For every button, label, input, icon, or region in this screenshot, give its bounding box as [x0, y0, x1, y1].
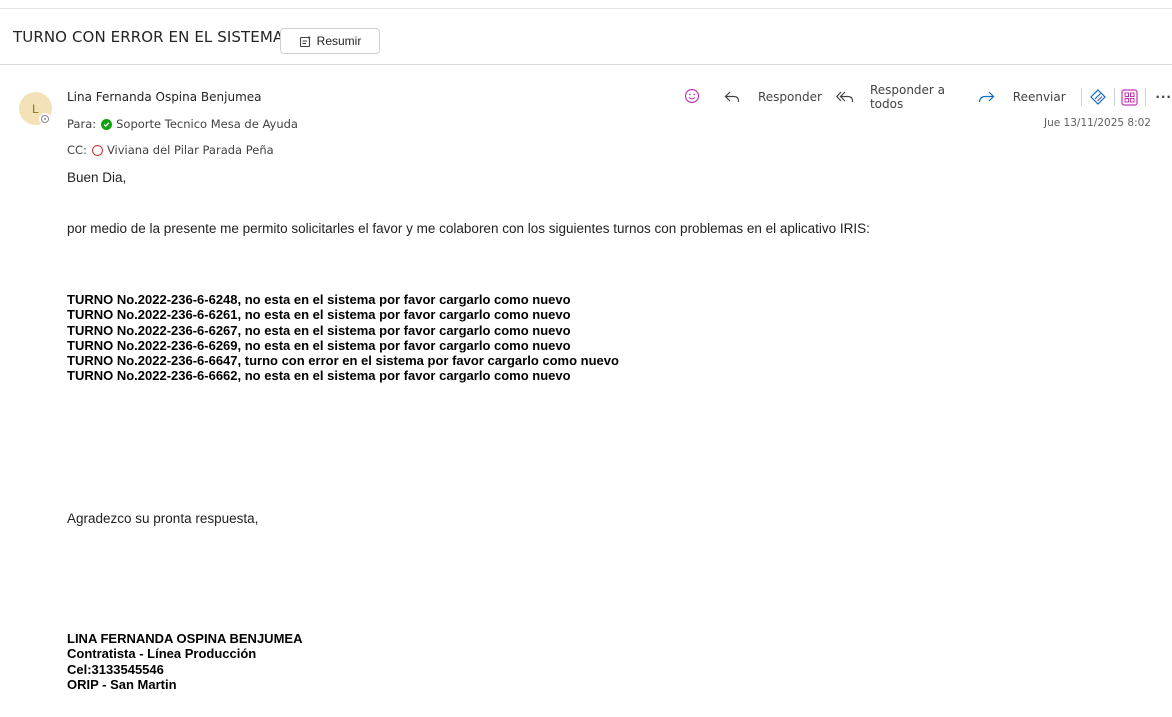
summarize-button[interactable]: Resumir: [280, 28, 380, 54]
message-header: TURNO CON ERROR EN EL SISTEMA Resumir: [0, 14, 1172, 65]
summarize-label: Resumir: [316, 34, 362, 48]
more-icon[interactable]: ···: [1155, 90, 1172, 104]
turnos-list: TURNO No.2022-236-6-6248, no esta en el …: [67, 292, 619, 384]
available-presence-icon: [101, 118, 113, 130]
turno-line: TURNO No.2022-236-6-6261, no esta en el …: [67, 307, 571, 323]
reply-icon: [724, 90, 748, 104]
signature-role: Contratista - Línea Producción: [67, 646, 257, 662]
loop-icon[interactable]: [1089, 88, 1107, 106]
cc-recipient-name[interactable]: Viviana del Pilar Parada Peña: [107, 143, 274, 157]
closing: Agradezco su pronta respuesta,: [67, 511, 259, 526]
forward-icon: [978, 90, 1003, 104]
toolbar-divider: [1080, 88, 1082, 106]
top-divider: [0, 8, 1172, 9]
summarize-icon: [299, 35, 312, 48]
toolbar-divider: [1145, 88, 1147, 106]
turno-line: TURNO No.2022-236-6-6267, no esta en el …: [67, 322, 571, 338]
signature: LINA FERNANDA OSPINA BENJUMEA Contratist…: [67, 631, 302, 692]
cc-recipients: CC: Viviana del Pilar Parada Peña: [67, 143, 274, 157]
to-recipient-name[interactable]: Soporte Tecnico Mesa de Ayuda: [116, 117, 298, 131]
toolbar-divider: [1113, 88, 1115, 106]
email-subject: TURNO CON ERROR EN EL SISTEMA: [13, 28, 284, 46]
cc-label: CC:: [67, 143, 87, 157]
turno-line: TURNO No.2022-236-6-6269, no esta en el …: [67, 337, 571, 353]
greeting: Buen Dia,: [67, 170, 127, 185]
signature-phone: Cel:3133545546: [67, 661, 164, 677]
turno-line: TURNO No.2022-236-6-6662, no esta en el …: [67, 368, 571, 384]
sender-name[interactable]: Lina Fernanda Ospina Benjumea: [67, 90, 262, 104]
emoji-reaction-button[interactable]: [684, 88, 708, 107]
apps-icon[interactable]: [1121, 88, 1139, 106]
signature-office: ORIP - San Martin: [67, 676, 177, 692]
turno-line: TURNO No.2022-236-6-6248, no esta en el …: [67, 292, 571, 307]
reply-all-button[interactable]: Responder a todos: [835, 83, 964, 111]
offline-presence-icon: [91, 144, 103, 156]
reply-all-label: Responder a todos: [869, 83, 946, 111]
to-label: Para:: [67, 117, 97, 131]
reply-label: Responder: [758, 90, 822, 104]
forward-button[interactable]: Reenviar: [978, 90, 1066, 104]
reply-button[interactable]: Responder: [724, 90, 822, 104]
message-date: Jue 13/11/2025 8:02: [1044, 117, 1151, 129]
forward-label: Reenviar: [1012, 90, 1066, 104]
presence-status-icon: [39, 113, 51, 125]
reply-all-icon: [835, 90, 862, 104]
emoji-icon: [684, 88, 708, 107]
signature-name: LINA FERNANDA OSPINA BENJUMEA: [67, 631, 303, 646]
intro-paragraph: por medio de la presente me permito soli…: [67, 221, 870, 236]
avatar-initial: L: [32, 101, 39, 116]
to-recipients: Para: Soporte Tecnico Mesa de Ayuda: [67, 117, 298, 131]
message-actions: Responder Responder a todos Reenviar ···: [684, 83, 1172, 111]
turno-line: TURNO No.2022-236-6-6647, turno con erro…: [67, 353, 619, 369]
